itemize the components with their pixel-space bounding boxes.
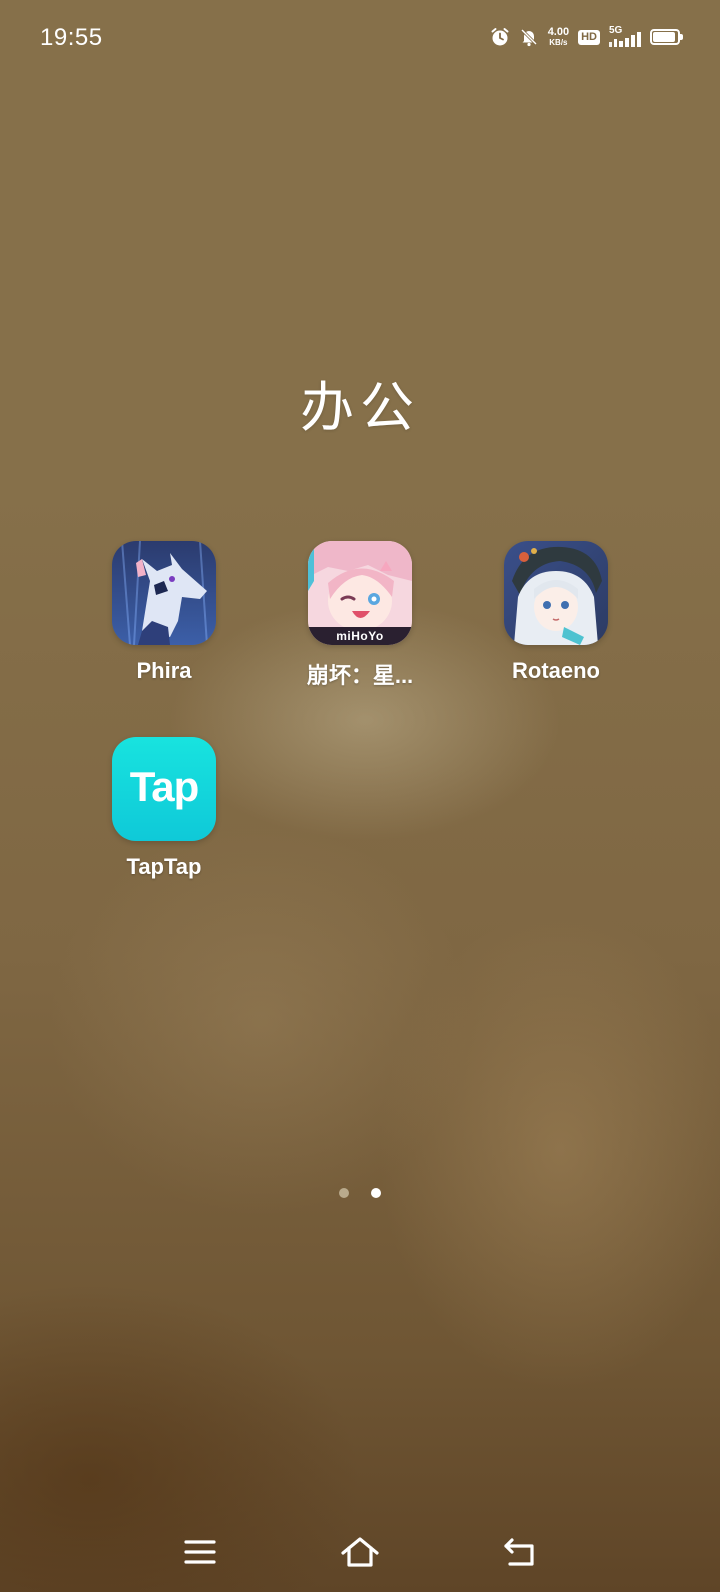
status-time: 19:55: [40, 24, 103, 51]
home-icon: [341, 1537, 379, 1567]
page-dot-2[interactable]: [371, 1188, 381, 1198]
rotaeno-app-icon[interactable]: [504, 541, 608, 645]
page-indicator: [0, 1188, 720, 1198]
menu-button[interactable]: [178, 1532, 222, 1572]
folder-title: 办公: [300, 378, 420, 438]
menu-icon: [184, 1540, 216, 1564]
app-label: TapTap: [126, 854, 202, 879]
page-dot-1[interactable]: [339, 1188, 349, 1198]
app-honkai-star-rail[interactable]: miHoYo 崩坏：星...: [285, 541, 435, 690]
honkai-star-rail-app-icon[interactable]: miHoYo: [308, 541, 412, 645]
app-taptap[interactable]: Tap TapTap: [89, 737, 239, 880]
app-rotaeno[interactable]: Rotaeno: [481, 541, 631, 684]
battery-icon: [650, 29, 683, 45]
app-label: Phira: [136, 658, 192, 683]
back-button[interactable]: [498, 1532, 542, 1572]
navigation-bar: [0, 1510, 720, 1592]
mihoyo-logo: miHoYo: [336, 629, 384, 643]
bell-muted-icon: [519, 27, 539, 47]
alarm-icon: [490, 27, 510, 47]
taptap-logo-text: Tap: [129, 763, 200, 810]
phira-app-icon[interactable]: [112, 541, 216, 645]
back-icon: [504, 1538, 534, 1566]
home-button[interactable]: [338, 1532, 382, 1572]
signal-icon: 5G: [609, 26, 641, 48]
status-icons: 4.00 KB/s HD 5G: [490, 26, 683, 48]
status-bar: 19:55 4.00 KB/s HD 5G: [0, 0, 720, 78]
network-speed: 4.00 KB/s: [548, 27, 569, 47]
network-speed-unit: KB/s: [549, 38, 568, 47]
battery-level: [653, 32, 675, 42]
hd-badge: HD: [578, 29, 600, 45]
app-label: Rotaeno: [512, 658, 600, 683]
taptap-app-icon[interactable]: Tap: [112, 737, 216, 841]
app-phira[interactable]: Phira: [89, 541, 239, 684]
network-speed-value: 4.00: [547, 26, 570, 38]
app-label: 崩坏：星...: [306, 663, 414, 688]
